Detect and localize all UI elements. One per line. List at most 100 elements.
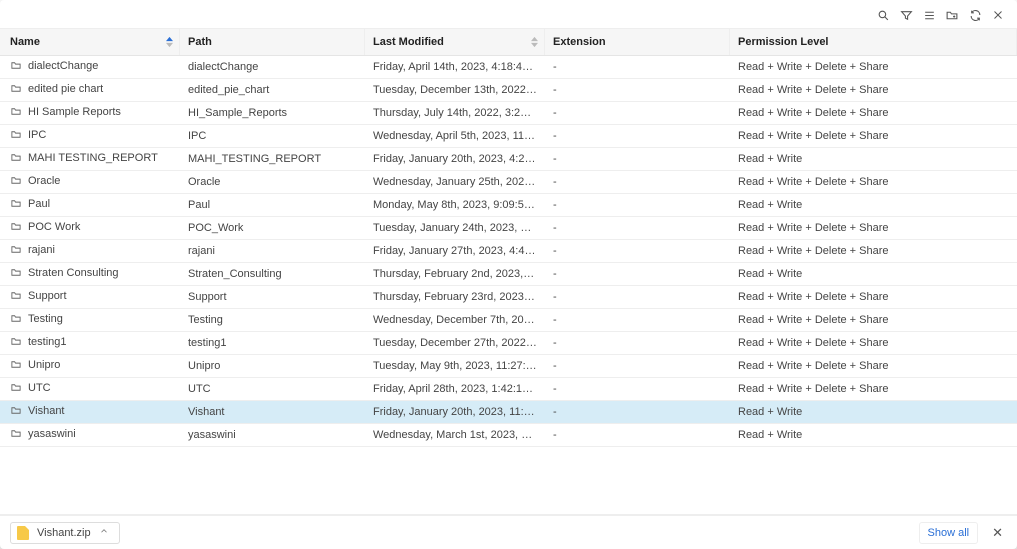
cell-path: Testing <box>180 310 365 330</box>
folder-icon <box>10 152 22 166</box>
cell-name: MAHI TESTING_REPORT <box>0 148 180 170</box>
cell-modified: Thursday, February 2nd, 2023, 1:16:00 pm <box>365 264 545 284</box>
cell-modified: Tuesday, December 27th, 2022, 10:43:20 a… <box>365 333 545 353</box>
cell-path: IPC <box>180 126 365 146</box>
cell-path: Oracle <box>180 172 365 192</box>
cell-extension: - <box>545 356 730 376</box>
table-row[interactable]: TestingTestingWednesday, December 7th, 2… <box>0 309 1017 332</box>
row-name: Testing <box>28 313 63 325</box>
cell-extension: - <box>545 103 730 123</box>
cell-path: Unipro <box>180 356 365 376</box>
cell-permission: Read + Write <box>730 195 1017 215</box>
table-row[interactable]: IPCIPCWednesday, April 5th, 2023, 11:31:… <box>0 125 1017 148</box>
cell-permission: Read + Write + Delete + Share <box>730 80 1017 100</box>
col-header-extension[interactable]: Extension <box>545 29 730 55</box>
cell-extension: - <box>545 149 730 169</box>
table-row[interactable]: testing1testing1Tuesday, December 27th, … <box>0 332 1017 355</box>
cell-path: rajani <box>180 241 365 261</box>
download-bar: Vishant.zip Show all ✕ <box>0 515 1017 549</box>
cell-path: edited_pie_chart <box>180 80 365 100</box>
cell-extension: - <box>545 379 730 399</box>
cell-permission: Read + Write + Delete + Share <box>730 57 1017 77</box>
table-row[interactable]: MAHI TESTING_REPORTMAHI_TESTING_REPORTFr… <box>0 148 1017 171</box>
table-row[interactable]: UTCUTCFriday, April 28th, 2023, 1:42:12 … <box>0 378 1017 401</box>
table-row[interactable]: HI Sample ReportsHI_Sample_ReportsThursd… <box>0 102 1017 125</box>
table-row[interactable]: edited pie chartedited_pie_chartTuesday,… <box>0 79 1017 102</box>
col-header-name[interactable]: Name <box>0 29 180 55</box>
table-header-row: Name Path Last Modified Extension <box>0 29 1017 56</box>
cell-extension: - <box>545 80 730 100</box>
table-row[interactable]: yasaswiniyasaswiniWednesday, March 1st, … <box>0 424 1017 447</box>
cell-modified: Friday, January 27th, 2023, 4:42:40 pm <box>365 241 545 261</box>
app-window: Name Path Last Modified Extension <box>0 0 1017 549</box>
file-table[interactable]: Name Path Last Modified Extension <box>0 28 1017 515</box>
col-header-permission[interactable]: Permission Level <box>730 29 1017 55</box>
new-folder-icon[interactable] <box>945 8 959 22</box>
cell-name: Testing <box>0 309 180 331</box>
cell-modified: Wednesday, March 1st, 2023, 3:28:43 pm <box>365 425 545 445</box>
col-header-name-label: Name <box>10 36 40 48</box>
table-row[interactable]: POC WorkPOC_WorkTuesday, January 24th, 2… <box>0 217 1017 240</box>
cell-name: yasaswini <box>0 424 180 446</box>
folder-icon <box>10 244 22 258</box>
folder-icon <box>10 267 22 281</box>
col-header-modified[interactable]: Last Modified <box>365 29 545 55</box>
cell-name: UTC <box>0 378 180 400</box>
search-icon[interactable] <box>876 8 890 22</box>
cell-name: Unipro <box>0 355 180 377</box>
row-name: HI Sample Reports <box>28 106 121 118</box>
cell-path: yasaswini <box>180 425 365 445</box>
row-name: testing1 <box>28 336 67 348</box>
refresh-icon[interactable] <box>968 8 982 22</box>
folder-icon <box>10 382 22 396</box>
filter-icon[interactable] <box>899 8 913 22</box>
folder-icon <box>10 428 22 442</box>
cell-permission: Read + Write <box>730 425 1017 445</box>
cell-modified: Thursday, July 14th, 2022, 3:29:21 pm <box>365 103 545 123</box>
cell-permission: Read + Write <box>730 149 1017 169</box>
table-row[interactable]: UniproUniproTuesday, May 9th, 2023, 11:2… <box>0 355 1017 378</box>
row-name: POC Work <box>28 221 80 233</box>
table-row[interactable]: OracleOracleWednesday, January 25th, 202… <box>0 171 1017 194</box>
cell-extension: - <box>545 172 730 192</box>
folder-icon <box>10 175 22 189</box>
table-row[interactable]: Straten ConsultingStraten_ConsultingThur… <box>0 263 1017 286</box>
table-body: dialectChangedialectChangeFriday, April … <box>0 56 1017 447</box>
cell-name: Straten Consulting <box>0 263 180 285</box>
table-row[interactable]: dialectChangedialectChangeFriday, April … <box>0 56 1017 79</box>
show-all-button[interactable]: Show all <box>919 522 979 544</box>
cell-permission: Read + Write <box>730 264 1017 284</box>
cell-path: Support <box>180 287 365 307</box>
col-header-extension-label: Extension <box>553 36 606 48</box>
row-name: Oracle <box>28 175 60 187</box>
sort-indicator-icon <box>166 37 173 48</box>
cell-modified: Wednesday, December 7th, 2022, 12:18:13 … <box>365 310 545 330</box>
cell-permission: Read + Write + Delete + Share <box>730 310 1017 330</box>
cell-permission: Read + Write + Delete + Share <box>730 333 1017 353</box>
cell-modified: Tuesday, December 13th, 2022, 10:28:26 a… <box>365 80 545 100</box>
row-name: Support <box>28 290 67 302</box>
folder-icon <box>10 106 22 120</box>
table-row[interactable]: VishantVishantFriday, January 20th, 2023… <box>0 401 1017 424</box>
cell-modified: Friday, January 20th, 2023, 11:42:34 am <box>365 402 545 422</box>
cell-permission: Read + Write + Delete + Share <box>730 379 1017 399</box>
list-icon[interactable] <box>922 8 936 22</box>
sort-indicator-icon <box>531 37 538 48</box>
table-row[interactable]: SupportSupportThursday, February 23rd, 2… <box>0 286 1017 309</box>
cell-permission: Read + Write + Delete + Share <box>730 172 1017 192</box>
cell-name: HI Sample Reports <box>0 102 180 124</box>
cell-permission: Read + Write + Delete + Share <box>730 241 1017 261</box>
cell-modified: Friday, January 20th, 2023, 4:24:35 pm <box>365 149 545 169</box>
row-name: MAHI TESTING_REPORT <box>28 152 158 164</box>
close-download-bar-icon[interactable]: ✕ <box>988 525 1007 541</box>
row-name: Unipro <box>28 359 60 371</box>
cell-name: Paul <box>0 194 180 216</box>
folder-icon <box>10 60 22 74</box>
col-header-path[interactable]: Path <box>180 29 365 55</box>
table-row[interactable]: rajanirajaniFriday, January 27th, 2023, … <box>0 240 1017 263</box>
close-icon[interactable] <box>991 8 1005 22</box>
cell-modified: Thursday, February 23rd, 2023, 12:20:42 … <box>365 287 545 307</box>
download-chip[interactable]: Vishant.zip <box>10 522 120 544</box>
cell-modified: Friday, April 14th, 2023, 4:18:47 pm <box>365 57 545 77</box>
table-row[interactable]: PaulPaulMonday, May 8th, 2023, 9:09:50 p… <box>0 194 1017 217</box>
